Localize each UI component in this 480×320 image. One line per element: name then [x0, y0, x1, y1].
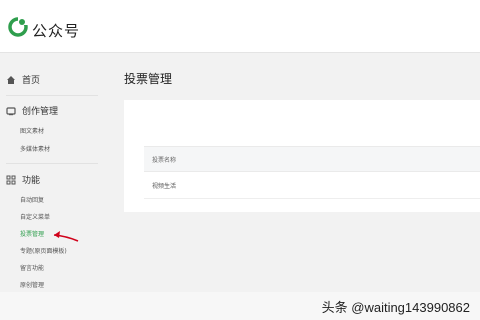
sidebar-create-label: 创作管理: [22, 107, 59, 117]
brand-name: 公众号: [32, 22, 81, 40]
create-icon: [6, 106, 16, 115]
column-header-vote-name: 投票名称: [152, 157, 177, 164]
sidebar-item-vote-management[interactable]: 投票管理: [20, 229, 44, 238]
divider: [6, 163, 98, 164]
sidebar-item-home[interactable]: 首页: [6, 73, 40, 86]
sidebar-item-topic-template[interactable]: 专题(原页面模板): [20, 246, 67, 255]
sidebar-home-label: 首页: [22, 76, 41, 86]
sidebar-item-multimedia-material[interactable]: 多媒体素材: [20, 144, 50, 153]
content-card: 投票名称 视频生活: [124, 100, 480, 212]
grid-icon: [6, 175, 16, 184]
red-arrow-annotation: [53, 231, 79, 242]
sidebar-item-image-text-material[interactable]: 图文素材: [20, 126, 44, 135]
sidebar-item-comments[interactable]: 留言功能: [20, 263, 44, 272]
sidebar-item-auto-reply[interactable]: 自动回复: [20, 195, 44, 204]
table-row[interactable]: 视频生活: [144, 172, 480, 199]
home-icon: [7, 75, 15, 84]
divider: [6, 95, 98, 96]
sidebar-section-create: 创作管理: [6, 104, 58, 117]
top-bar: 公众号: [0, 0, 480, 53]
sidebar-section-features: 功能: [6, 173, 40, 186]
sidebar-item-original-management[interactable]: 原创管理: [20, 280, 44, 289]
sidebar-item-custom-menu[interactable]: 自定义菜单: [20, 212, 50, 221]
logo-icon[interactable]: [7, 16, 29, 38]
table-cell-vote-name: 视频生活: [152, 183, 177, 190]
sidebar-features-label: 功能: [22, 176, 41, 186]
watermark-text: 头条 @waiting143990862: [321, 300, 470, 315]
table-header: 投票名称: [144, 146, 480, 172]
page-title: 投票管理: [124, 72, 173, 86]
